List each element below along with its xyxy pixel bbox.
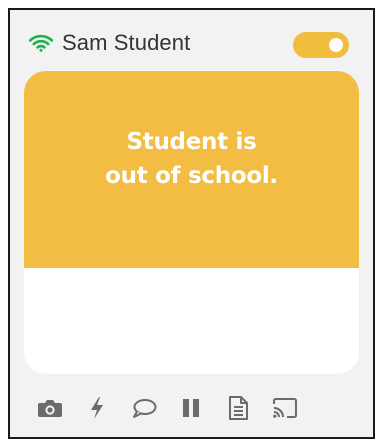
chat-bubble-icon[interactable]: [130, 394, 158, 422]
pause-icon[interactable]: [177, 394, 205, 422]
status-panel: Student is out of school.: [24, 71, 359, 374]
action-toolbar: [36, 394, 318, 422]
toggle-knob: [329, 38, 343, 52]
status-message-line1: Student is: [126, 128, 257, 155]
card-header: Sam Student: [28, 28, 355, 58]
cast-icon[interactable]: [271, 394, 299, 422]
status-message: Student is out of school.: [82, 125, 302, 193]
camera-icon[interactable]: [36, 394, 64, 422]
wifi-icon: [28, 32, 54, 54]
student-name: Sam Student: [62, 30, 191, 55]
student-card: Sam Student Student is out of school.: [8, 8, 375, 439]
lightning-icon[interactable]: [83, 394, 111, 422]
status-message-line2: out of school.: [105, 162, 278, 189]
document-icon[interactable]: [224, 394, 252, 422]
status-banner: Student is out of school.: [24, 71, 359, 268]
student-toggle[interactable]: [293, 32, 349, 58]
